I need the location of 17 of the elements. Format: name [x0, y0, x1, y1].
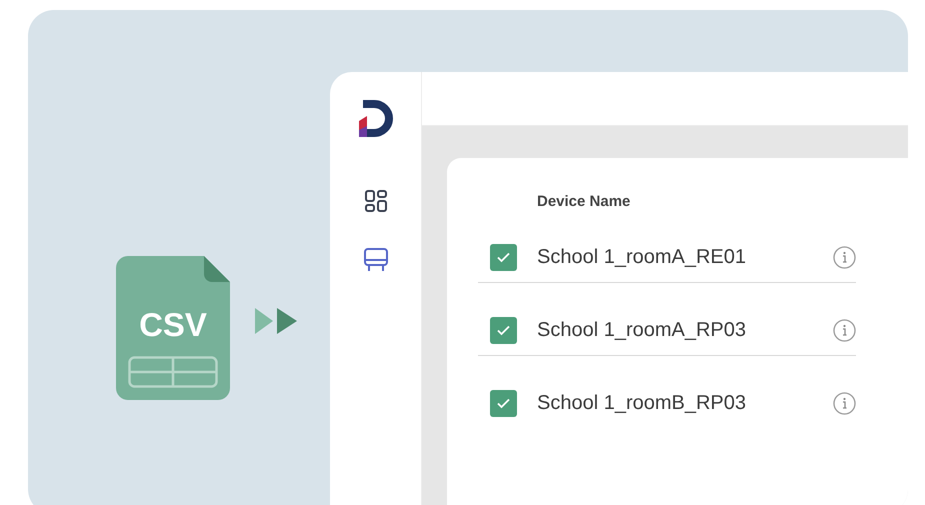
device-name: School 1_roomA_RE01 — [537, 246, 748, 268]
file-icon — [116, 256, 230, 400]
double-arrow-icon — [255, 308, 297, 334]
checkbox[interactable] — [490, 316, 517, 344]
info-icon[interactable] — [833, 392, 856, 414]
file-type-label: CSV — [138, 306, 208, 344]
checkbox[interactable] — [490, 244, 517, 270]
display-stand-icon[interactable] — [364, 248, 388, 272]
table-icon — [128, 356, 218, 388]
grid-icon[interactable] — [364, 190, 386, 212]
info-icon[interactable] — [833, 246, 856, 268]
logo-icon — [358, 100, 392, 137]
device-name: School 1_roomB_RP03 — [537, 392, 748, 414]
column-header: Device Name — [536, 192, 632, 210]
checkbox[interactable] — [490, 390, 517, 416]
device-name: School 1_roomA_RP03 — [537, 318, 748, 342]
info-icon[interactable] — [833, 318, 856, 342]
